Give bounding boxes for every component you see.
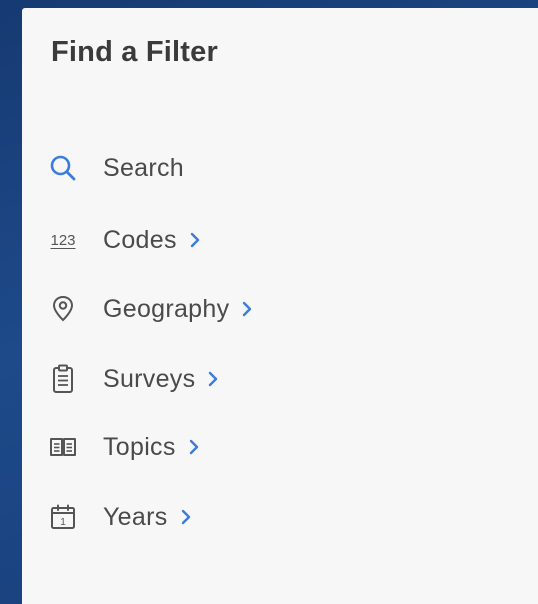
clipboard-icon — [47, 363, 79, 395]
menu-item-label: Topics — [103, 432, 176, 461]
chevron-right-icon — [189, 232, 201, 248]
codes-icon: 123 — [47, 224, 79, 256]
menu-item-label: Search — [103, 153, 185, 182]
search-icon — [47, 152, 79, 184]
chevron-right-icon — [207, 371, 219, 387]
codes-icon-glyph: 123 — [50, 231, 76, 249]
menu-item-label: Codes — [103, 225, 177, 254]
menu-item-topics[interactable]: Topics — [47, 427, 200, 467]
menu-item-codes[interactable]: 123 Codes — [47, 220, 201, 260]
book-icon — [47, 431, 79, 463]
chevron-right-icon — [188, 439, 200, 455]
map-pin-icon — [47, 293, 79, 325]
menu-item-geography[interactable]: Geography — [47, 289, 253, 329]
filter-menu: Search 123 Codes Geography Surveys Topic… — [22, 8, 538, 604]
chevron-right-icon — [241, 301, 253, 317]
menu-item-label: Years — [103, 502, 168, 531]
menu-item-label: Geography — [103, 294, 230, 323]
filter-panel: Find a Filter Search 123 Codes Geography… — [22, 8, 538, 604]
menu-item-years[interactable]: 1 Years — [47, 497, 192, 537]
menu-item-search[interactable]: Search — [47, 148, 184, 188]
calendar-day-number: 1 — [60, 517, 66, 528]
menu-item-surveys[interactable]: Surveys — [47, 359, 219, 399]
calendar-icon: 1 — [47, 501, 79, 533]
chevron-right-icon — [180, 509, 192, 525]
menu-item-label: Surveys — [103, 364, 196, 393]
